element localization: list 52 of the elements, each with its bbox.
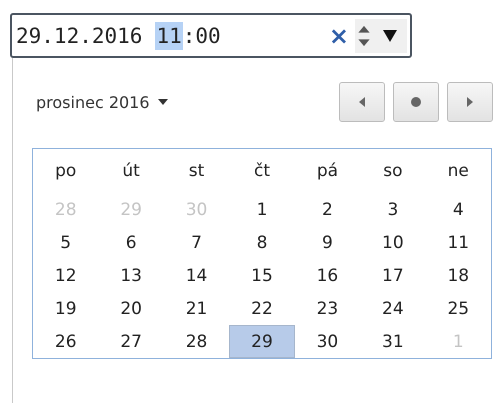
day-cell[interactable]: 20 [98, 292, 164, 325]
day-cell[interactable]: 14 [164, 259, 230, 292]
day-cell[interactable]: 9 [294, 226, 360, 259]
day-cell[interactable]: 12 [33, 259, 98, 292]
day-cell[interactable]: 22 [229, 292, 295, 325]
datetime-field[interactable]: 29.12.2016 11:00 × [10, 13, 412, 58]
day-cell[interactable]: 16 [294, 259, 360, 292]
weekday-header: pá [316, 160, 340, 183]
left-arrow-icon [359, 97, 365, 107]
day-cell[interactable]: 3 [360, 193, 426, 226]
day-cell[interactable]: 29 [229, 325, 295, 358]
day-cell[interactable]: 6 [98, 226, 164, 259]
day-cell[interactable]: 30 [294, 325, 360, 358]
day-cell[interactable]: 27 [98, 325, 164, 358]
weekday-header: ne [446, 160, 470, 183]
day-cell[interactable]: 2 [294, 193, 360, 226]
day-cell[interactable]: 10 [360, 226, 426, 259]
day-cell[interactable]: 13 [98, 259, 164, 292]
day-cell[interactable]: 31 [360, 325, 426, 358]
day-cell[interactable]: 1 [229, 193, 295, 226]
clear-button[interactable]: × [328, 22, 349, 50]
day-cell[interactable]: 21 [164, 292, 230, 325]
day-cell[interactable]: 11 [426, 226, 491, 259]
day-cell[interactable]: 19 [33, 292, 98, 325]
day-cell[interactable]: 5 [33, 226, 98, 259]
weekday-header: čt [252, 160, 271, 183]
dropdown-icon[interactable] [382, 28, 398, 42]
weekday-header: út [121, 160, 141, 183]
dot-icon [411, 97, 421, 107]
day-cell[interactable]: 28 [164, 325, 230, 358]
caret-icon [158, 99, 168, 105]
month-selector[interactable]: prosinec 2016 [32, 92, 168, 112]
weekday-header: po [54, 160, 78, 183]
day-cell[interactable]: 24 [360, 292, 426, 325]
day-cell[interactable]: 15 [229, 259, 295, 292]
right-arrow-icon [467, 97, 473, 107]
date-text[interactable]: 29.12.2016 [16, 22, 142, 50]
day-cell[interactable]: 26 [33, 325, 98, 358]
day-cell[interactable]: 25 [426, 292, 491, 325]
day-cell[interactable]: 18 [426, 259, 491, 292]
time-separator: : [182, 22, 196, 50]
hour-segment[interactable]: 11 [155, 22, 183, 50]
day-cell[interactable]: 23 [294, 292, 360, 325]
spinner-icon[interactable] [355, 18, 373, 52]
day-cell[interactable]: 4 [426, 193, 491, 226]
day-cell[interactable]: 7 [164, 226, 230, 259]
weekday-header: so [382, 160, 404, 183]
day-cell[interactable]: 17 [360, 259, 426, 292]
today-button[interactable] [393, 82, 439, 122]
day-cell[interactable]: 8 [229, 226, 295, 259]
minute-segment[interactable]: 00 [195, 22, 221, 50]
weekday-header: st [188, 160, 206, 183]
